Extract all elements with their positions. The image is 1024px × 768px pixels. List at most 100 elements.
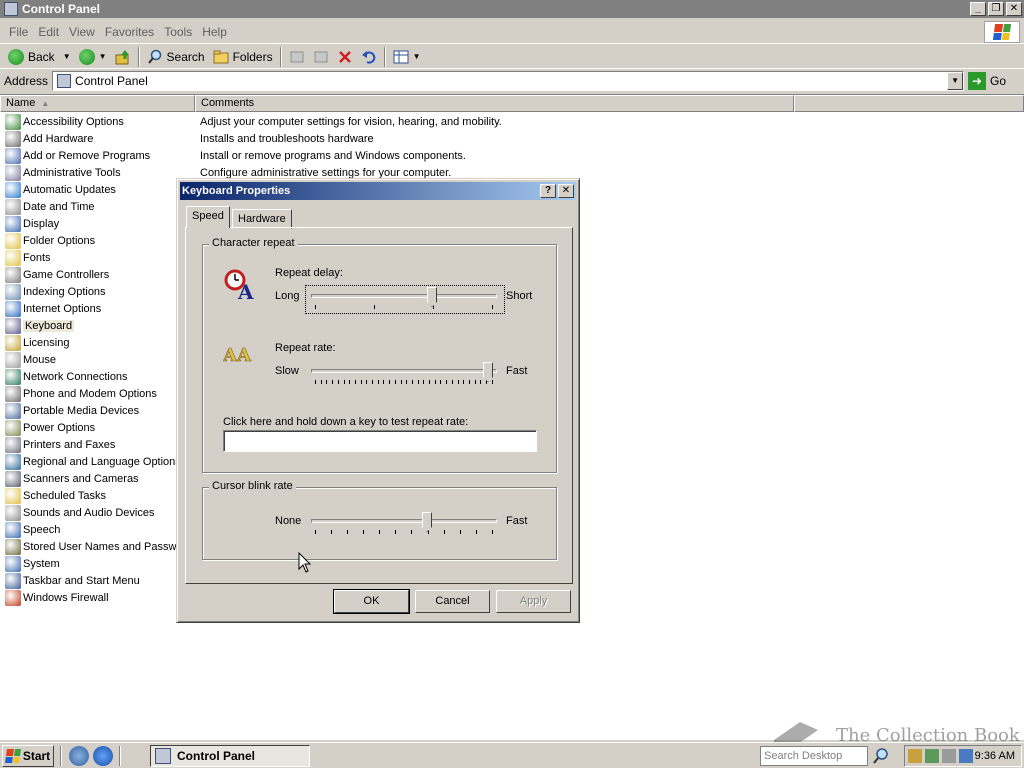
- menu-edit[interactable]: Edit: [33, 25, 64, 39]
- start-button[interactable]: Start: [2, 744, 54, 767]
- help-button[interactable]: ?: [540, 184, 556, 198]
- list-item-name-cell: Scheduled Tasks: [0, 487, 195, 504]
- cursor-blink-slider[interactable]: [311, 512, 497, 536]
- apply-button[interactable]: Apply: [496, 590, 571, 613]
- up-folder-button[interactable]: [111, 46, 135, 68]
- list-item-name-cell: Folder Options: [0, 232, 195, 249]
- tray-tool-icon[interactable]: [908, 749, 922, 763]
- list-item-name-cell: Sounds and Audio Devices: [0, 504, 195, 521]
- tray-network-icon[interactable]: [959, 749, 973, 763]
- list-item[interactable]: Add Hardware Installs and troubleshoots h…: [0, 130, 1024, 147]
- repeat-rate-min-label: Slow: [275, 365, 299, 377]
- control-panel-item-icon: [5, 249, 21, 266]
- list-item-label: Phone and Modem Options: [23, 387, 157, 400]
- back-arrow-icon: [8, 48, 24, 65]
- window-title-bar[interactable]: Control Panel _ ❐ ✕: [0, 0, 1024, 18]
- repeat-rate-label: Repeat rate:: [275, 342, 336, 354]
- folders-button[interactable]: Folders: [209, 46, 277, 68]
- list-item-name-cell: Licensing: [0, 334, 195, 351]
- clock[interactable]: 9:36 AM: [975, 750, 1015, 762]
- control-panel-item-icon: [5, 589, 21, 606]
- standard-toolbar: Back ▼ ▼ Search Folders ▼: [0, 45, 1024, 69]
- column-header-comments[interactable]: Comments: [195, 95, 794, 112]
- system-tray: 9:36 AM: [904, 745, 1022, 767]
- show-desktop-icon[interactable]: [69, 745, 89, 766]
- list-item-label: Scheduled Tasks: [23, 489, 106, 502]
- list-item-label: Fonts: [23, 251, 51, 264]
- control-panel-item-icon: [5, 334, 21, 351]
- control-panel-item-icon: [5, 164, 21, 181]
- menu-favorites[interactable]: Favorites: [100, 25, 159, 39]
- forward-dropdown-icon[interactable]: ▼: [99, 52, 107, 61]
- dialog-title: Keyboard Properties: [182, 185, 291, 197]
- slider-thumb[interactable]: [427, 287, 437, 307]
- list-item-label: Administrative Tools: [23, 166, 121, 179]
- minimize-button[interactable]: _: [970, 2, 986, 16]
- list-item[interactable]: Add or Remove Programs Install or remove …: [0, 147, 1024, 164]
- back-button[interactable]: Back ▼: [4, 46, 75, 68]
- list-item-label: Display: [23, 217, 60, 230]
- test-repeat-label: Click here and hold down a key to test r…: [223, 416, 469, 428]
- delete-icon[interactable]: [337, 49, 353, 65]
- control-panel-item-icon: [5, 317, 21, 334]
- control-panel-item-icon: [5, 487, 21, 504]
- tray-security-icon[interactable]: [925, 749, 939, 763]
- tab-hardware[interactable]: Hardware: [232, 209, 292, 229]
- ok-button[interactable]: OK: [333, 589, 410, 614]
- copy-to-icon[interactable]: [313, 49, 329, 65]
- repeat-delay-slider[interactable]: [311, 287, 497, 311]
- search-desktop-icon[interactable]: [872, 746, 892, 766]
- column-header-name[interactable]: Name ▲: [0, 95, 195, 112]
- test-repeat-input[interactable]: [223, 430, 537, 452]
- slider-thumb[interactable]: [422, 512, 432, 532]
- search-button[interactable]: Search: [143, 46, 209, 68]
- control-panel-item-icon: [5, 521, 21, 538]
- views-icon[interactable]: [393, 49, 409, 65]
- address-field[interactable]: Control Panel ▼: [52, 71, 965, 91]
- menu-help[interactable]: Help: [197, 25, 232, 39]
- slider-track[interactable]: [311, 294, 497, 298]
- list-item-name-cell: Add Hardware: [0, 130, 195, 147]
- menu-file[interactable]: File: [4, 25, 33, 39]
- mouse-pointer-icon: [298, 552, 312, 573]
- restore-button[interactable]: ❐: [988, 2, 1004, 16]
- cancel-button[interactable]: Cancel: [415, 590, 490, 613]
- up-folder-icon: [115, 49, 129, 64]
- slider-ticks: [315, 530, 493, 535]
- windows-logo: [984, 21, 1020, 43]
- taskbar-button-control-panel[interactable]: Control Panel: [150, 745, 310, 767]
- list-item-name-cell: Mouse: [0, 351, 195, 368]
- slider-thumb[interactable]: [483, 362, 493, 382]
- list-item[interactable]: Accessibility Options Adjust your compute…: [0, 113, 1024, 130]
- internet-explorer-icon[interactable]: [93, 745, 113, 766]
- views-dropdown-icon[interactable]: ▼: [413, 52, 421, 61]
- control-panel-item-icon: [5, 504, 21, 521]
- slider-track[interactable]: [311, 369, 497, 373]
- tab-speed[interactable]: Speed: [186, 206, 230, 228]
- back-dropdown-icon[interactable]: ▼: [63, 52, 71, 61]
- close-button[interactable]: ✕: [1006, 2, 1022, 16]
- search-desktop-input[interactable]: Search Desktop: [760, 746, 868, 766]
- go-button[interactable]: ➜ Go: [968, 72, 1006, 90]
- dialog-close-button[interactable]: ✕: [558, 184, 574, 198]
- move-to-icon[interactable]: [289, 49, 305, 65]
- address-dropdown-icon[interactable]: ▼: [947, 72, 964, 90]
- control-panel-icon: [155, 748, 171, 764]
- menu-view[interactable]: View: [64, 25, 100, 39]
- folders-icon: [213, 50, 229, 63]
- repeat-delay-label: Repeat delay:: [275, 267, 343, 279]
- slider-track[interactable]: [311, 519, 497, 523]
- undo-icon[interactable]: [361, 49, 377, 65]
- list-item-name-cell: Taskbar and Start Menu: [0, 572, 195, 589]
- list-item-name-cell: Indexing Options: [0, 283, 195, 300]
- control-panel-item-icon: [5, 147, 21, 164]
- control-panel-item-icon: [5, 436, 21, 453]
- repeat-rate-slider[interactable]: [311, 362, 497, 386]
- menu-tools[interactable]: Tools: [159, 25, 197, 39]
- dialog-title-bar[interactable]: Keyboard Properties ? ✕: [180, 182, 576, 200]
- list-item-name-cell: Regional and Language Options: [0, 453, 195, 470]
- tray-volume-icon[interactable]: [942, 749, 956, 763]
- forward-button[interactable]: ▼: [75, 46, 111, 68]
- cursor-blink-label: Cursor blink rate: [209, 480, 296, 492]
- repeat-delay-icon: A: [224, 269, 254, 301]
